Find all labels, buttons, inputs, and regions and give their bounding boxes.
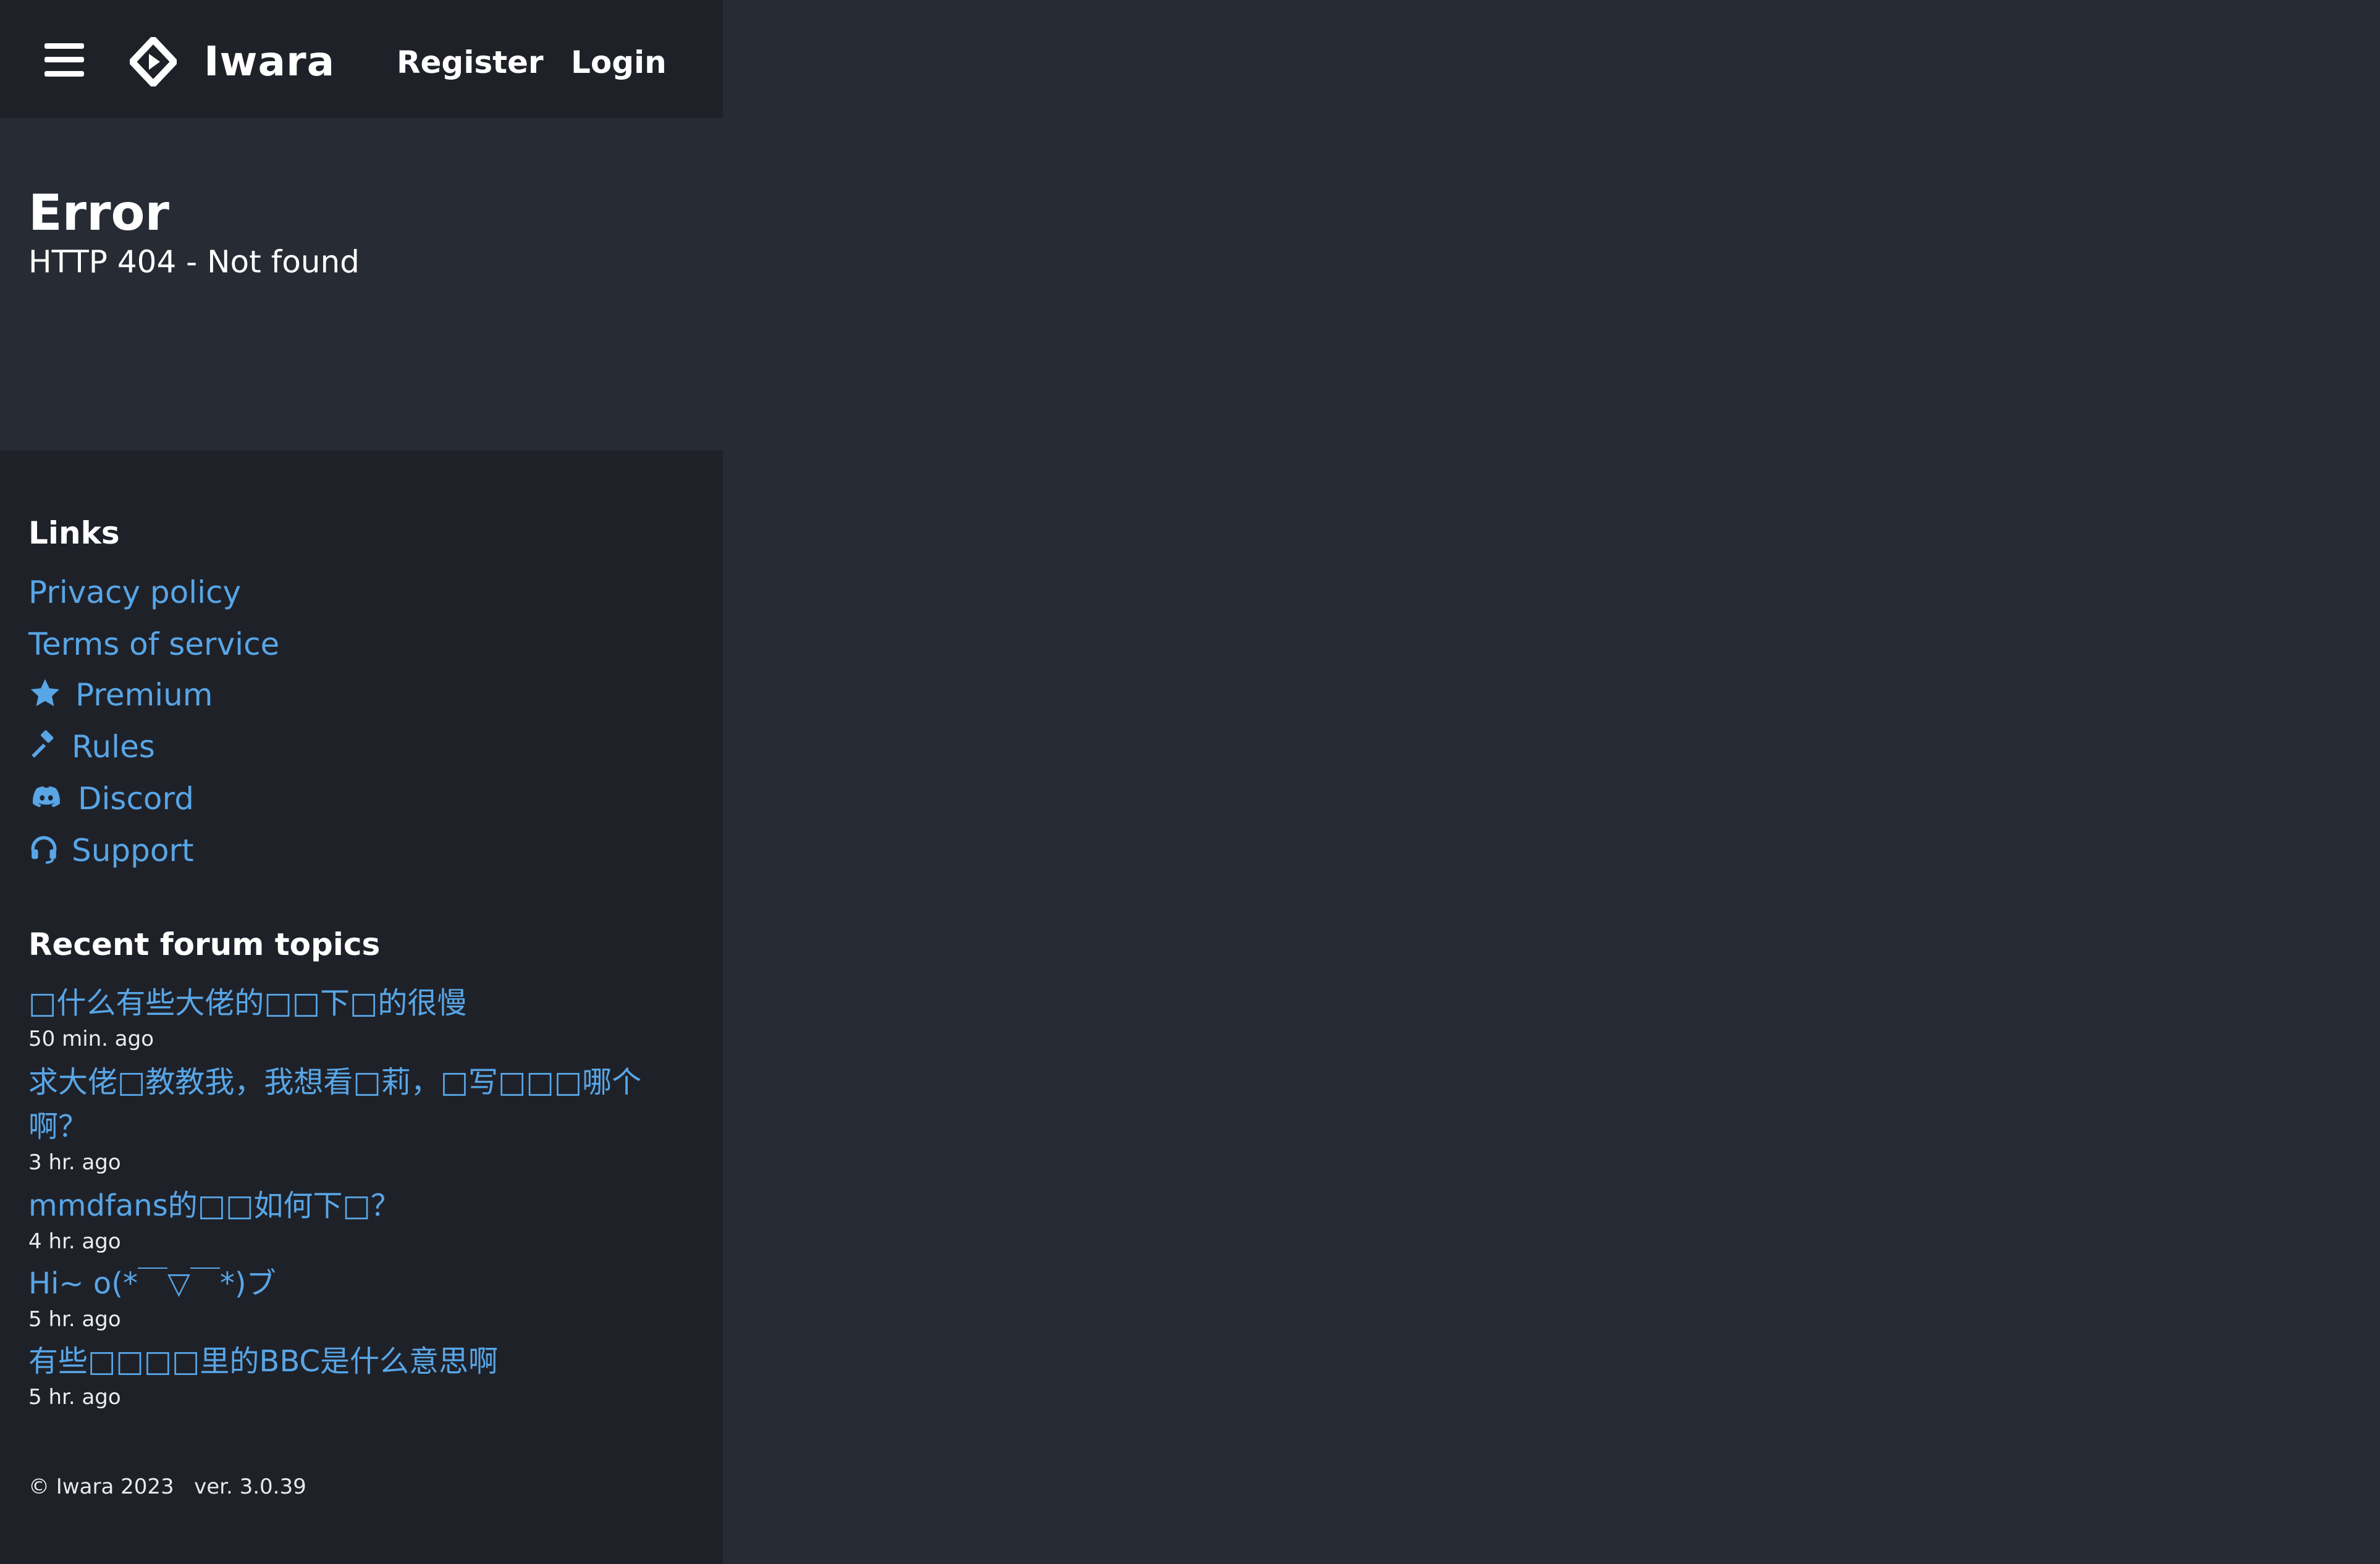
discord-label: Discord <box>78 781 194 817</box>
privacy-policy-label: Privacy policy <box>28 574 242 610</box>
discord-link[interactable]: Discord <box>28 778 194 819</box>
premium-link[interactable]: Premium <box>28 675 213 715</box>
forum-heading: Recent forum topics <box>28 927 381 962</box>
forum-topic-item[interactable]: □什么有些大佬的□□下□的很慢 50 min. ago <box>28 981 696 1053</box>
forum-topic-title[interactable]: Hi~ o(*￣▽￣*)ブ <box>28 1261 696 1306</box>
forum-topic-item[interactable]: mmdfans的□□如何下□？ 4 hr. ago <box>28 1184 696 1255</box>
forum-topic-title[interactable]: mmdfans的□□如何下□？ <box>28 1184 696 1228</box>
support-label: Support <box>72 833 194 868</box>
footer-text: © Iwara 2023 ver. 3.0.39 <box>28 1473 306 1501</box>
error-message: HTTP 404 - Not found <box>28 244 360 280</box>
terms-of-service-label: Terms of service <box>28 626 280 662</box>
error-title: Error <box>28 184 169 242</box>
discord-icon <box>28 781 64 814</box>
top-header: Iwara Register Login <box>0 0 723 118</box>
forum-topic-time: 3 hr. ago <box>28 1150 121 1175</box>
forum-topic-time: 5 hr. ago <box>28 1385 121 1410</box>
register-link[interactable]: Register <box>397 42 544 83</box>
links-heading: Links <box>28 515 120 551</box>
premium-label: Premium <box>75 677 213 713</box>
brand-name[interactable]: Iwara <box>204 36 335 88</box>
forum-topic-item[interactable]: 有些□□□□里的BBC是什么意思啊 5 hr. ago <box>28 1339 696 1411</box>
forum-topic-item[interactable]: 求大佬□教教我，我想看□莉，□写□□□哪个啊？ 3 hr. ago <box>28 1060 696 1176</box>
star-icon <box>28 677 62 710</box>
terms-of-service-link[interactable]: Terms of service <box>28 624 279 665</box>
page: Iwara Register Login Error HTTP 404 - No… <box>0 0 2380 1564</box>
headset-icon <box>28 833 59 866</box>
version-text: ver. 3.0.39 <box>194 1474 306 1499</box>
forum-topic-title[interactable]: 有些□□□□里的BBC是什么意思啊 <box>28 1339 696 1384</box>
copyright-text: © Iwara 2023 <box>28 1474 174 1499</box>
rules-link[interactable]: Rules <box>28 726 155 767</box>
forum-topic-title[interactable]: □什么有些大佬的□□下□的很慢 <box>28 981 696 1025</box>
forum-topic-item[interactable]: Hi~ o(*￣▽￣*)ブ 5 hr. ago <box>28 1261 696 1333</box>
rules-label: Rules <box>72 729 155 765</box>
forum-topic-time: 50 min. ago <box>28 1027 154 1051</box>
support-link[interactable]: Support <box>28 830 194 871</box>
hamburger-menu-icon[interactable] <box>44 43 84 77</box>
content-column: Iwara Register Login Error HTTP 404 - No… <box>0 0 723 1564</box>
login-link[interactable]: Login <box>571 42 667 83</box>
error-panel: Error HTTP 404 - Not found <box>0 118 723 450</box>
iwara-logo-icon[interactable] <box>129 36 178 88</box>
privacy-policy-link[interactable]: Privacy policy <box>28 572 241 613</box>
forum-topic-time: 5 hr. ago <box>28 1307 121 1332</box>
forum-topic-title[interactable]: 求大佬□教教我，我想看□莉，□写□□□哪个啊？ <box>28 1060 696 1149</box>
forum-topic-time: 4 hr. ago <box>28 1229 121 1254</box>
gavel-icon <box>28 729 59 762</box>
